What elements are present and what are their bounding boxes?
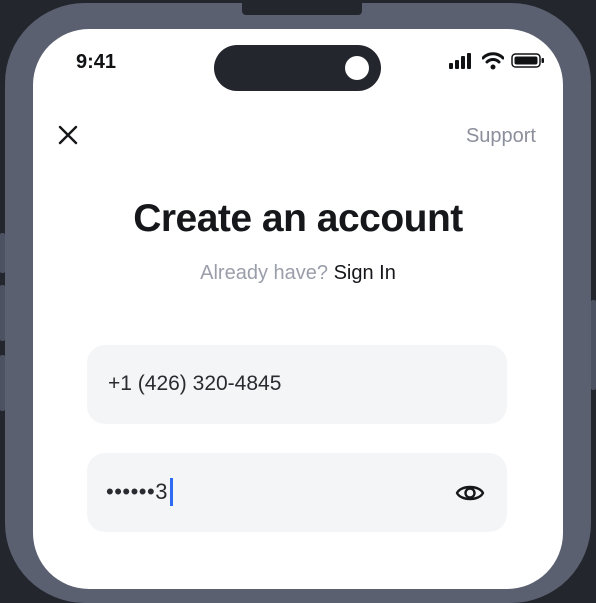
- page-title: Create an account: [133, 197, 463, 240]
- status-time: 9:41: [76, 51, 117, 73]
- signin-row: Already have? Sign In: [33, 262, 563, 285]
- text-caret: [169, 478, 173, 506]
- password-input-value: ••••••3: [106, 479, 168, 504]
- dynamic-island: [214, 45, 381, 91]
- battery-icon: [511, 53, 544, 68]
- password-input-value-wrap: ••••••3: [106, 478, 173, 506]
- sign-in-link[interactable]: Sign In: [334, 262, 396, 284]
- frame-notch: [242, 3, 362, 15]
- phone-input-value: +1 (426) 320-4845: [108, 372, 282, 395]
- phone-input[interactable]: +1 (426) 320-4845: [87, 345, 507, 424]
- support-link[interactable]: Support: [466, 125, 536, 148]
- side-button-right: [591, 300, 596, 390]
- wifi-icon: [482, 52, 504, 70]
- password-visibility-toggle[interactable]: [455, 478, 485, 508]
- signin-prompt: Already have?: [200, 262, 329, 284]
- close-button[interactable]: [56, 123, 80, 147]
- phone-screen: 9:41 Support Create an account Already h…: [33, 29, 563, 589]
- signal-icon: [449, 53, 471, 69]
- close-icon: [58, 125, 78, 145]
- password-input[interactable]: ••••••3: [87, 453, 507, 532]
- camera-dot: [345, 56, 369, 80]
- eye-icon: [455, 485, 485, 501]
